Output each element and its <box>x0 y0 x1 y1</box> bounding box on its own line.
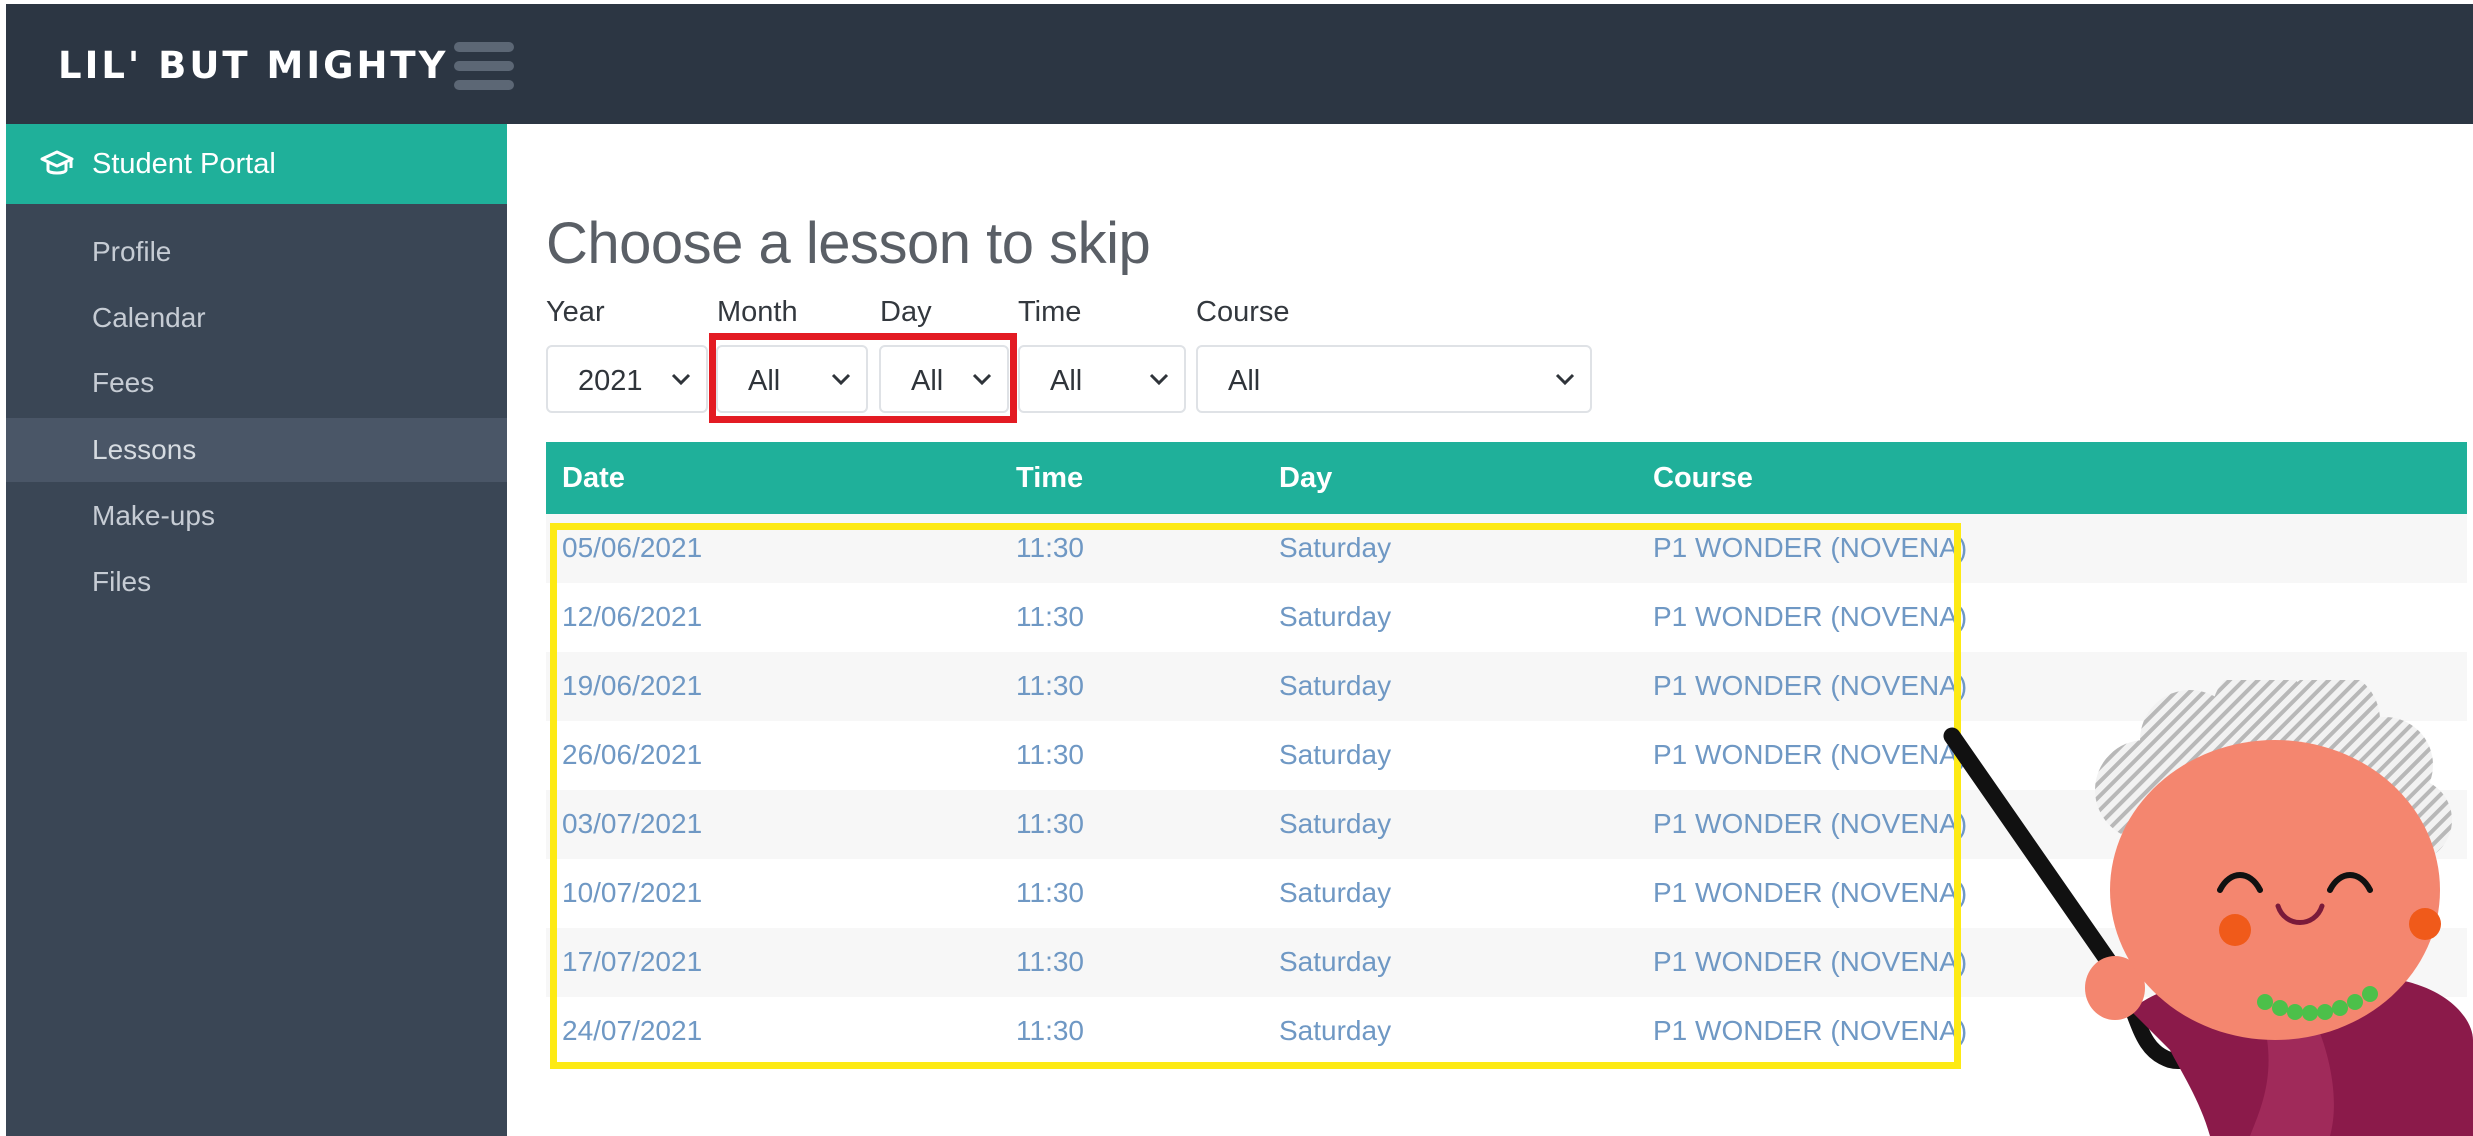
sidebar-item-label: Profile <box>92 236 172 267</box>
time-cell[interactable]: 11:30 <box>1016 806 1084 842</box>
sidebar-item-files[interactable]: Files <box>6 550 507 614</box>
date-cell[interactable]: 24/07/2021 <box>562 1013 702 1049</box>
date-cell[interactable]: 03/07/2021 <box>562 806 702 842</box>
course-cell[interactable]: P1 WONDER (NOVENA) <box>1653 944 1967 980</box>
day-select[interactable]: All <box>879 345 1009 413</box>
course-cell[interactable]: P1 WONDER (NOVENA) <box>1653 530 1967 566</box>
time-cell[interactable]: 11:30 <box>1016 944 1084 980</box>
sidebar: Student Portal Profile Calendar Fees Les… <box>6 124 507 1136</box>
column-header-course[interactable]: Course <box>1653 460 1753 496</box>
sidebar-item-lessons[interactable]: Lessons <box>6 418 507 482</box>
sidebar-header-label: Student Portal <box>92 148 276 180</box>
day-cell[interactable]: Saturday <box>1279 668 1391 704</box>
date-cell[interactable]: 05/06/2021 <box>562 530 702 566</box>
brand-logo[interactable]: LIL' BUT MIGHTY <box>58 38 448 92</box>
course-label: Course <box>1196 296 1290 328</box>
time-cell[interactable]: 11:30 <box>1016 530 1084 566</box>
hamburger-line <box>454 42 514 52</box>
table-header: Date Time Day Course <box>546 442 2467 514</box>
time-select[interactable]: All <box>1018 345 1186 413</box>
month-select[interactable]: All <box>716 345 868 413</box>
sidebar-item-label: Lessons <box>92 434 197 465</box>
day-cell[interactable]: Saturday <box>1279 875 1391 911</box>
sidebar-item-fees[interactable]: Fees <box>6 351 507 415</box>
time-cell[interactable]: 11:30 <box>1016 737 1084 773</box>
graduation-cap-icon <box>40 150 74 175</box>
sidebar-item-calendar[interactable]: Calendar <box>6 286 507 350</box>
year-select[interactable]: 2021 <box>546 345 708 413</box>
date-cell[interactable]: 19/06/2021 <box>562 668 702 704</box>
time-cell[interactable]: 11:30 <box>1016 1013 1084 1049</box>
course-cell[interactable]: P1 WONDER (NOVENA) <box>1653 599 1967 635</box>
course-select-value: All <box>1228 365 1261 397</box>
course-cell[interactable]: P1 WONDER (NOVENA) <box>1653 668 1967 704</box>
day-cell[interactable]: Saturday <box>1279 1013 1391 1049</box>
sidebar-item-label: Calendar <box>92 302 206 333</box>
sidebar-item-label: Fees <box>92 367 155 398</box>
chevron-down-icon <box>1149 373 1169 386</box>
chevron-down-icon <box>831 373 851 386</box>
chevron-down-icon <box>1555 373 1575 386</box>
sidebar-item-make-ups[interactable]: Make-ups <box>6 484 507 548</box>
chevron-down-icon <box>972 373 992 386</box>
course-cell[interactable]: P1 WONDER (NOVENA) <box>1653 737 1967 773</box>
hamburger-line <box>454 80 514 90</box>
month-select-value: All <box>748 365 781 397</box>
column-header-day[interactable]: Day <box>1279 460 1332 496</box>
time-label: Time <box>1018 296 1082 328</box>
year-select-value: 2021 <box>578 365 643 397</box>
page-title: Choose a lesson to skip <box>546 211 1151 276</box>
course-cell[interactable]: P1 WONDER (NOVENA) <box>1653 806 1967 842</box>
course-select[interactable]: All <box>1196 345 1592 413</box>
day-cell[interactable]: Saturday <box>1279 806 1391 842</box>
day-label: Day <box>880 296 932 328</box>
sidebar-item-label: Files <box>92 566 152 597</box>
date-cell[interactable]: 17/07/2021 <box>562 944 702 980</box>
sidebar-item-profile[interactable]: Profile <box>6 220 507 284</box>
day-cell[interactable]: Saturday <box>1279 599 1391 635</box>
column-header-date[interactable]: Date <box>562 460 625 496</box>
date-cell[interactable]: 26/06/2021 <box>562 737 702 773</box>
teacher-illustration <box>1943 680 2473 1136</box>
table-row[interactable]: 05/06/2021 11:30 Saturday P1 WONDER (NOV… <box>546 514 2467 583</box>
table-row[interactable]: 12/06/2021 11:30 Saturday P1 WONDER (NOV… <box>546 583 2467 652</box>
date-cell[interactable]: 10/07/2021 <box>562 875 702 911</box>
column-header-time[interactable]: Time <box>1016 460 1083 496</box>
time-cell[interactable]: 11:30 <box>1016 599 1084 635</box>
time-select-value: All <box>1050 365 1083 397</box>
hamburger-icon[interactable] <box>454 42 514 90</box>
year-label: Year <box>546 296 605 328</box>
top-header: LIL' BUT MIGHTY <box>6 4 2473 124</box>
course-cell[interactable]: P1 WONDER (NOVENA) <box>1653 875 1967 911</box>
time-cell[interactable]: 11:30 <box>1016 875 1084 911</box>
month-label: Month <box>717 296 798 328</box>
chevron-down-icon <box>671 373 691 386</box>
time-cell[interactable]: 11:30 <box>1016 668 1084 704</box>
sidebar-item-student-portal[interactable]: Student Portal <box>6 124 507 204</box>
date-cell[interactable]: 12/06/2021 <box>562 599 702 635</box>
day-cell[interactable]: Saturday <box>1279 530 1391 566</box>
hamburger-line <box>454 61 514 71</box>
day-select-value: All <box>911 365 944 397</box>
sidebar-item-label: Make-ups <box>92 500 215 531</box>
day-cell[interactable]: Saturday <box>1279 944 1391 980</box>
course-cell[interactable]: P1 WONDER (NOVENA) <box>1653 1013 1967 1049</box>
day-cell[interactable]: Saturday <box>1279 737 1391 773</box>
